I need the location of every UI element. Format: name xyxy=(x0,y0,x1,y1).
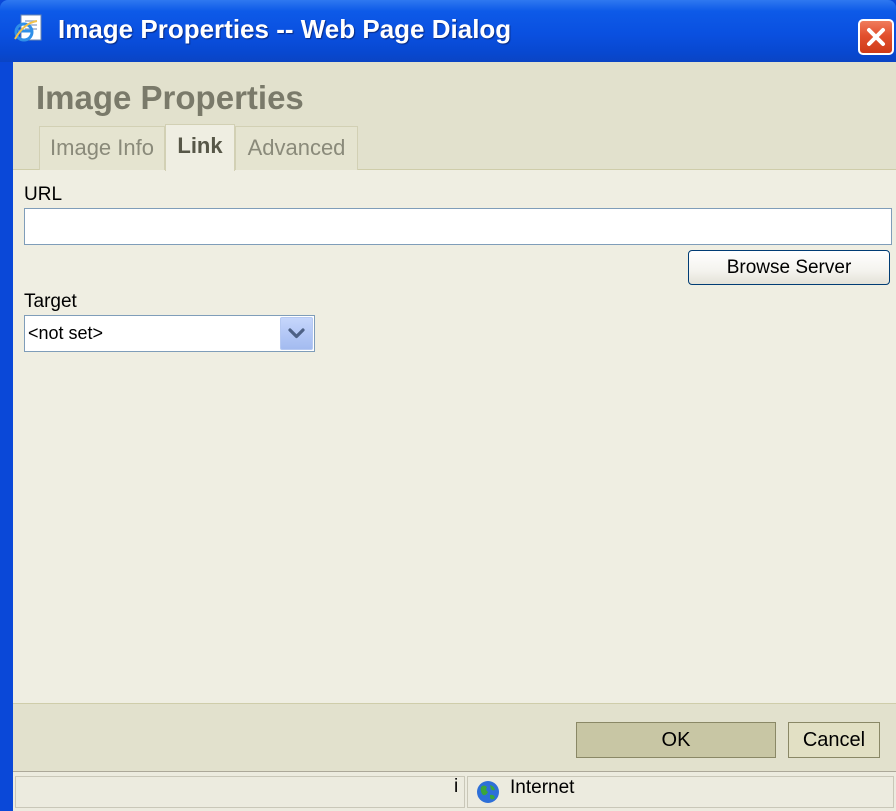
target-select[interactable]: <not set> xyxy=(24,315,315,352)
dialog-client-area: Image Properties Image Info Link Advance… xyxy=(13,62,896,811)
globe-icon xyxy=(475,779,501,805)
chevron-down-icon xyxy=(288,328,305,339)
dialog-footer: OK Cancel xyxy=(13,703,896,771)
page-title: Image Properties xyxy=(36,79,304,116)
dialog-window: Image Properties -- Web Page Dialog Imag… xyxy=(0,0,896,811)
url-label: URL xyxy=(24,184,63,205)
window-title: Image Properties -- Web Page Dialog xyxy=(58,14,512,44)
target-select-value: <not set> xyxy=(28,323,104,343)
title-bar[interactable]: Image Properties -- Web Page Dialog xyxy=(0,0,896,62)
status-bar: i Internet xyxy=(13,771,896,811)
dialog-header: Image Properties Image Info Link Advance… xyxy=(13,62,896,171)
target-dropdown-button[interactable] xyxy=(280,317,313,350)
status-indicator: i xyxy=(454,776,459,797)
tab-link[interactable]: Link xyxy=(165,124,235,171)
url-input[interactable] xyxy=(24,208,892,245)
tab-advanced[interactable]: Advanced xyxy=(235,126,358,170)
ok-button[interactable]: OK xyxy=(576,722,776,758)
status-text-cell xyxy=(15,776,465,808)
browse-server-button[interactable]: Browse Server xyxy=(688,250,890,285)
tab-image-info[interactable]: Image Info xyxy=(39,126,165,170)
cancel-button[interactable]: Cancel xyxy=(788,722,880,758)
target-label: Target xyxy=(24,291,77,312)
close-icon xyxy=(867,28,885,46)
ie-page-icon xyxy=(14,13,44,43)
status-zone-label: Internet xyxy=(510,777,575,798)
close-button[interactable] xyxy=(858,19,894,55)
